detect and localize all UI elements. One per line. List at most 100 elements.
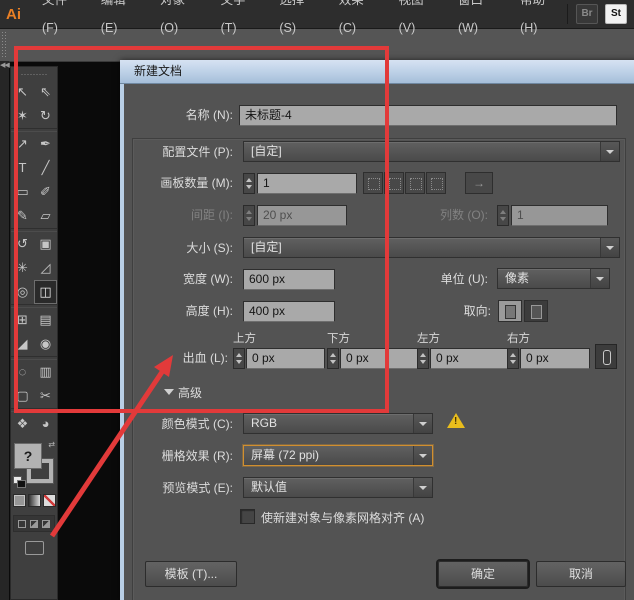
width-input[interactable]: 600 px	[243, 269, 335, 290]
eraser-tool[interactable]: ▱	[34, 204, 57, 228]
layout-direction-button[interactable]: →	[465, 172, 493, 194]
cancel-button[interactable]: 取消	[536, 561, 626, 587]
bleed-right-input[interactable]: 0 px	[520, 348, 590, 369]
magic-wand-tool[interactable]: ✶	[11, 104, 34, 128]
gradient-tool[interactable]: ▤	[34, 308, 57, 332]
artboard-tool[interactable]: ▢	[11, 384, 34, 408]
gradient-button[interactable]	[27, 494, 41, 507]
advanced-label[interactable]: 高级	[178, 383, 238, 403]
screen-mode-button[interactable]	[24, 541, 44, 555]
landscape-icon	[530, 305, 542, 319]
dock-grip[interactable]	[1, 31, 6, 57]
swap-fill-stroke-icon[interactable]: ⇄	[48, 440, 55, 449]
bleed-bottom-stepper[interactable]	[327, 348, 339, 369]
slice-tool[interactable]: ✂	[34, 384, 57, 408]
stock-button[interactable]: St	[605, 4, 627, 24]
bleed-top-label: 上方	[233, 333, 256, 345]
bleed-top-input[interactable]: 0 px	[246, 348, 325, 369]
paintbrush-tool[interactable]: ✐	[34, 180, 57, 204]
arrange-by-column-button[interactable]	[426, 172, 446, 194]
tools-panel-grip[interactable]	[20, 69, 48, 78]
dialog-titlebar[interactable]: 新建文档	[120, 60, 634, 84]
column-graph-tool[interactable]: ▥	[34, 360, 57, 384]
lasso-tool[interactable]: ↻	[34, 104, 57, 128]
grid-by-column-button[interactable]	[384, 172, 404, 194]
selection-tool[interactable]: ↖	[11, 80, 34, 104]
live-paint-bucket-tool[interactable]: ◫	[34, 280, 57, 304]
pen-tool[interactable]: ✒	[34, 132, 57, 156]
menu-item-6[interactable]: 视图(V)	[386, 0, 445, 42]
name-input[interactable]: 未标题-4	[239, 105, 617, 126]
menu-item-4[interactable]: 选择(S)	[266, 0, 325, 42]
chevron-down-icon	[590, 269, 609, 288]
link-bleed-values-button[interactable]	[595, 344, 617, 369]
rectangle-tool[interactable]: ▭	[11, 180, 34, 204]
line-segment-tool[interactable]: ╱	[34, 156, 57, 180]
tools-panel: ↖ ⇖ ✶ ↻ ↗ ✒ T ╱ ▭ ✐ ✎ ▱ ↺ ▣ ✳ ◿ ◎ ◫ ⊞ ▤ ◢ ◉ ◌ ▥ ▢ ✂ ❖ ◕ ? ⇄	[10, 66, 58, 600]
raster-effects-dropdown[interactable]: 屏幕 (72 ppi)	[243, 445, 433, 466]
menu-item-2[interactable]: 对象(O)	[147, 0, 207, 42]
profile-dropdown[interactable]: [自定]	[243, 141, 620, 162]
ok-button[interactable]: 确定	[438, 561, 528, 587]
height-input[interactable]: 400 px	[243, 301, 335, 322]
chevron-down-icon	[413, 446, 432, 465]
chevron-down-icon	[600, 142, 619, 161]
rotate-tool[interactable]: ↺	[11, 232, 34, 256]
dialog-title: 新建文档	[134, 64, 183, 78]
color-button[interactable]	[12, 494, 26, 507]
landscape-button[interactable]	[524, 300, 548, 322]
artboards-input[interactable]: 1	[257, 173, 357, 194]
none-button[interactable]	[42, 494, 56, 507]
bleed-right-stepper[interactable]	[507, 348, 519, 369]
pencil-tool[interactable]: ✎	[11, 204, 34, 228]
zoom-tool[interactable]: ◕	[34, 412, 57, 436]
hand-tool[interactable]: ❖	[11, 412, 34, 436]
width-tool[interactable]: ✳	[11, 256, 34, 280]
arrow-tool[interactable]: ↗	[11, 132, 34, 156]
artboards-stepper[interactable]	[243, 173, 255, 194]
arrange-by-row-button[interactable]	[405, 172, 425, 194]
menu-item-0[interactable]: 文件(F)	[29, 0, 88, 42]
align-pixel-grid-checkbox[interactable]	[240, 509, 255, 524]
advanced-expander-icon[interactable]	[164, 389, 174, 395]
template-button[interactable]: 模板 (T)...	[145, 561, 237, 587]
default-fill-stroke-icon[interactable]	[13, 476, 26, 488]
draw-behind-button[interactable]	[30, 519, 38, 528]
menu-item-8[interactable]: 帮助(H)	[507, 0, 567, 42]
draw-inside-button[interactable]	[42, 519, 50, 528]
bridge-button[interactable]: Br	[576, 4, 598, 24]
arrange-by-column-icon	[431, 178, 443, 190]
blend-tool[interactable]: ◌	[11, 360, 34, 384]
type-tool[interactable]: T	[11, 156, 34, 180]
columns-stepper	[497, 205, 509, 226]
fill-swatch[interactable]: ?	[14, 443, 42, 469]
bleed-left-stepper[interactable]	[417, 348, 429, 369]
bleed-bottom-input[interactable]: 0 px	[340, 348, 419, 369]
menu-item-3[interactable]: 文字(T)	[208, 0, 267, 42]
units-label: 单位 (U):	[440, 272, 488, 286]
fill-stroke-widget: ? ⇄	[13, 440, 55, 488]
menu-item-5[interactable]: 效果(C)	[326, 0, 386, 42]
raster-effects-value: 屏幕 (72 ppi)	[251, 448, 320, 462]
bleed-top-stepper[interactable]	[233, 348, 245, 369]
shape-builder-tool[interactable]: ◎	[11, 280, 34, 304]
units-dropdown[interactable]: 像素	[497, 268, 610, 289]
grid-by-row-button[interactable]	[363, 172, 383, 194]
direct-selection-tool[interactable]: ⇖	[34, 80, 57, 104]
grid-by-row-icon	[368, 178, 380, 190]
tools-grid: ↖ ⇖ ✶ ↻ ↗ ✒ T ╱ ▭ ✐ ✎ ▱ ↺ ▣ ✳ ◿ ◎ ◫ ⊞ ▤ ◢ ◉ ◌ ▥ ▢ ✂ ❖ ◕	[11, 80, 57, 436]
perspective-grid-tool[interactable]: ⊞	[11, 308, 34, 332]
preview-mode-dropdown[interactable]: 默认值	[243, 477, 433, 498]
eyedropper-tool[interactable]: ◢	[11, 332, 34, 356]
color-mode-dropdown[interactable]: RGB	[243, 413, 433, 434]
chevron-down-icon	[413, 414, 432, 433]
menu-item-1[interactable]: 编辑(E)	[88, 0, 147, 42]
symbol-sprayer-tool[interactable]: ◉	[34, 332, 57, 356]
bleed-left-input[interactable]: 0 px	[430, 348, 509, 369]
portrait-button[interactable]	[498, 300, 522, 322]
size-dropdown[interactable]: [自定]	[243, 237, 620, 258]
menu-item-7[interactable]: 窗口(W)	[445, 0, 507, 42]
draw-normal-button[interactable]	[18, 519, 26, 528]
scale-tool[interactable]: ◿	[34, 256, 57, 280]
free-transform-tool[interactable]: ▣	[34, 232, 57, 256]
